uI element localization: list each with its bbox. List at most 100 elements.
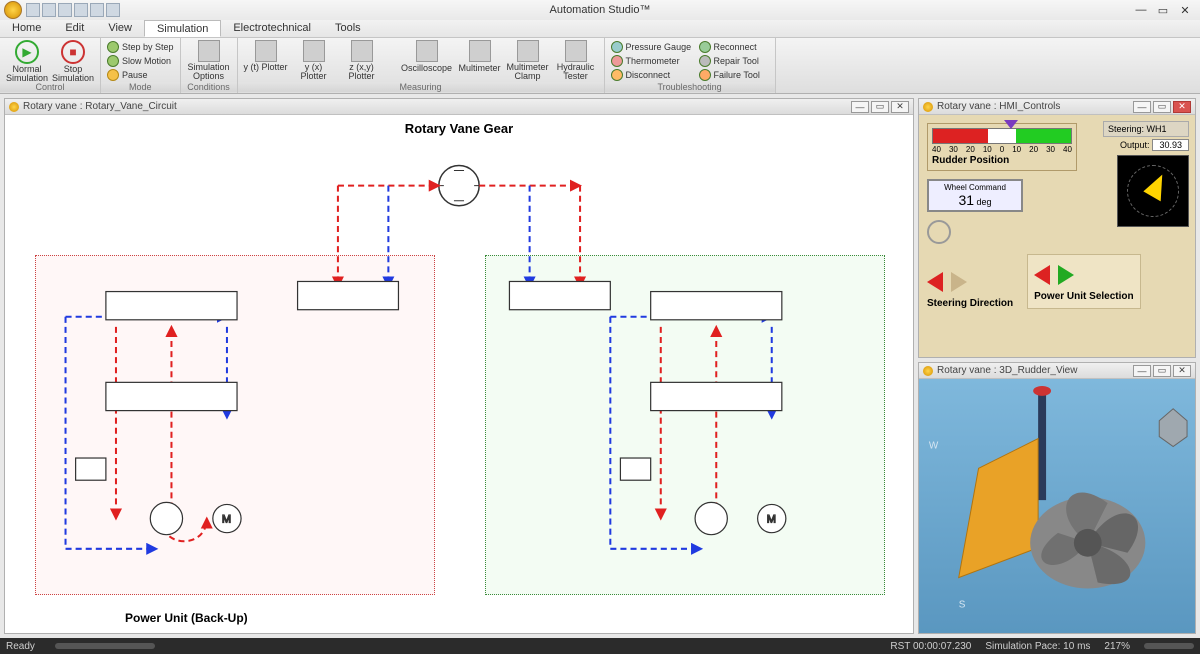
power-unit-left-button[interactable] <box>1034 265 1050 285</box>
qat-btn[interactable] <box>58 3 72 17</box>
steer-left-button[interactable] <box>927 272 943 292</box>
simopts-label: Simulation Options <box>187 63 231 81</box>
pause-button[interactable]: Pause <box>107 68 174 82</box>
simulation-options-button[interactable]: Simulation Options <box>187 40 231 81</box>
steering-wheel-icon[interactable] <box>927 220 951 244</box>
status-zoom: 217% <box>1104 641 1130 652</box>
panel-minimize-icon[interactable]: — <box>851 101 869 113</box>
circuit-panel-title: Rotary vane : Rotary_Vane_Circuit <box>23 101 177 112</box>
step-by-step-button[interactable]: Step by Step <box>107 40 174 54</box>
group-measuring: y (t) Plotter y (x) Plotter z (x,y) Plot… <box>238 38 605 93</box>
document-icon <box>923 102 933 112</box>
circuit-panel: Rotary vane : Rotary_Vane_Circuit — ▭ ✕ … <box>4 98 914 634</box>
status-slider[interactable] <box>55 643 155 649</box>
tick: 0 <box>1000 145 1004 154</box>
reconnect-button[interactable]: Reconnect <box>699 40 769 54</box>
output-label: Output: <box>1120 140 1150 150</box>
tick: 30 <box>949 145 958 154</box>
rudder-3d-viewport[interactable]: W S <box>919 379 1195 633</box>
gauge-icon <box>611 41 623 53</box>
close-icon[interactable]: ✕ <box>1178 4 1192 16</box>
multimeter-button[interactable]: Multimeter <box>458 40 502 73</box>
qat-btn[interactable] <box>74 3 88 17</box>
zxy-plotter-button[interactable]: z (x,y) Plotter <box>340 40 384 81</box>
group-label: Measuring <box>238 82 604 92</box>
thermometer-button[interactable]: Thermometer <box>611 54 695 68</box>
mmc-label: Multimeter Clamp <box>506 63 550 81</box>
circuit-canvas[interactable]: Rotary Vane Gear Power Unit (Back-Up) <box>5 115 913 633</box>
tab-home[interactable]: Home <box>0 20 53 37</box>
multimeter-clamp-button[interactable]: Multimeter Clamp <box>506 40 550 81</box>
qat-btn[interactable] <box>42 3 56 17</box>
panel-close-icon[interactable]: ✕ <box>1173 101 1191 113</box>
panel-close-icon[interactable]: ✕ <box>891 101 909 113</box>
panel-minimize-icon[interactable]: — <box>1133 365 1151 377</box>
rudder-3d-title: Rotary vane : 3D_Rudder_View <box>937 365 1077 376</box>
workspace: Rotary vane : Rotary_Vane_Circuit — ▭ ✕ … <box>0 94 1200 638</box>
tab-tools[interactable]: Tools <box>323 20 373 37</box>
panel-restore-icon[interactable]: ▭ <box>1153 365 1171 377</box>
status-ready: Ready <box>6 641 35 652</box>
stop-simulation-button[interactable]: ■ Stop Simulation <box>52 40 94 83</box>
hydraulic-tester-button[interactable]: Hydraulic Tester <box>554 40 598 81</box>
hmi-body: 40 30 20 10 0 10 20 30 40 Rudder Positio… <box>919 115 1195 357</box>
group-label: Mode <box>101 82 180 92</box>
rudder-panel-titlebar: Rotary vane : 3D_Rudder_View — ▭ ✕ <box>919 363 1195 379</box>
warning-icon <box>699 69 711 81</box>
panel-restore-icon[interactable]: ▭ <box>1153 101 1171 113</box>
repair-tool-button[interactable]: Repair Tool <box>699 54 769 68</box>
play-icon: ▶ <box>15 40 39 64</box>
output-row: Output: 30.93 <box>1120 139 1189 151</box>
panel-close-icon[interactable]: ✕ <box>1173 365 1191 377</box>
group-troubleshooting: Pressure Gauge Thermometer Disconnect Re… <box>605 38 776 93</box>
qat-btn[interactable] <box>90 3 104 17</box>
tab-view[interactable]: View <box>96 20 144 37</box>
pause-label: Pause <box>122 70 148 80</box>
rudder-3d-panel: Rotary vane : 3D_Rudder_View — ▭ ✕ <box>918 362 1196 634</box>
th-label: Thermometer <box>626 56 680 66</box>
tab-simulation[interactable]: Simulation <box>144 20 221 37</box>
disconnect-button[interactable]: Disconnect <box>611 68 695 82</box>
wheel-cmd-value: 31 <box>958 192 974 208</box>
compass <box>1117 155 1189 227</box>
rc-label: Reconnect <box>714 42 757 52</box>
tab-electrotechnical[interactable]: Electrotechnical <box>221 20 323 37</box>
group-label: Troubleshooting <box>605 82 775 92</box>
group-label: Conditions <box>181 82 237 92</box>
group-mode: Step by Step Slow Motion Pause Mode <box>101 38 181 93</box>
app-logo-icon <box>4 1 22 19</box>
pressure-gauge-button[interactable]: Pressure Gauge <box>611 40 695 54</box>
rt-label: Repair Tool <box>714 56 759 66</box>
zoom-slider[interactable] <box>1144 643 1194 649</box>
document-icon <box>923 366 933 376</box>
group-label: Control <box>0 82 100 92</box>
panel-minimize-icon[interactable]: — <box>1133 101 1151 113</box>
qat-btn[interactable] <box>106 3 120 17</box>
slow-label: Slow Motion <box>122 56 171 66</box>
qat-btn[interactable] <box>26 3 40 17</box>
slow-icon <box>107 55 119 67</box>
panel-restore-icon[interactable]: ▭ <box>871 101 889 113</box>
svg-text:M: M <box>767 514 776 526</box>
minimize-icon[interactable]: — <box>1134 4 1148 16</box>
hmi-panel: Rotary vane : HMI_Controls — ▭ ✕ 40 30 <box>918 98 1196 358</box>
tab-edit[interactable]: Edit <box>53 20 96 37</box>
plot-icon <box>351 40 373 62</box>
maximize-icon[interactable]: ▭ <box>1156 4 1170 16</box>
step-label: Step by Step <box>122 42 174 52</box>
yx-plotter-button[interactable]: y (x) Plotter <box>292 40 336 81</box>
tick: 20 <box>1029 145 1038 154</box>
steer-right-button[interactable] <box>951 272 967 292</box>
power-unit-right-button[interactable] <box>1058 265 1074 285</box>
multimeter-icon <box>469 40 491 62</box>
yt-plotter-button[interactable]: y (t) Plotter <box>244 40 288 72</box>
steering-name: Steering: WH1 <box>1108 124 1167 134</box>
failure-tool-button[interactable]: Failure Tool <box>699 68 769 82</box>
tick: 30 <box>1046 145 1055 154</box>
app-title: Automation Studio™ <box>550 4 651 16</box>
normal-simulation-button[interactable]: ▶ Normal Simulation <box>6 40 48 83</box>
oscilloscope-button[interactable]: Oscilloscope <box>400 40 454 73</box>
oscilloscope-icon <box>416 40 438 62</box>
slow-motion-button[interactable]: Slow Motion <box>107 54 174 68</box>
steering-dir-label: Steering Direction <box>927 298 1013 309</box>
